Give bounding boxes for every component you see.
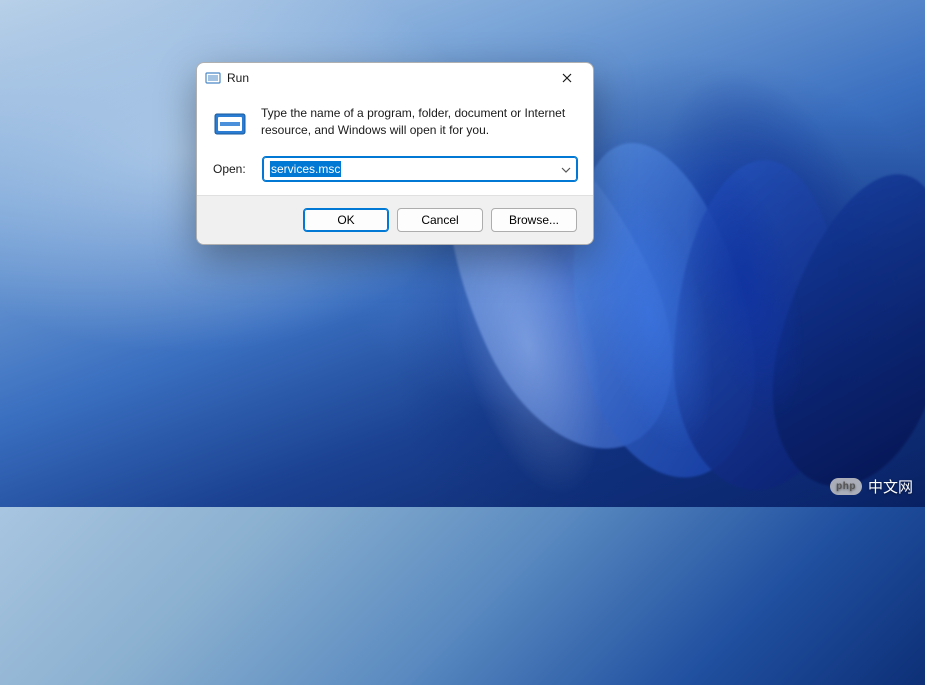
- dialog-description: Type the name of a program, folder, docu…: [261, 105, 577, 140]
- button-row: OK Cancel Browse...: [197, 195, 593, 244]
- wallpaper-petal: [746, 155, 925, 506]
- open-input[interactable]: [263, 157, 577, 181]
- ok-button[interactable]: OK: [303, 208, 389, 232]
- open-label: Open:: [213, 162, 253, 176]
- watermark-text: 中文网: [868, 476, 913, 497]
- cancel-button[interactable]: Cancel: [397, 208, 483, 232]
- open-combobox[interactable]: services.msc: [263, 157, 577, 181]
- titlebar[interactable]: Run: [197, 63, 593, 93]
- input-row: Open: services.msc: [197, 147, 593, 195]
- browse-button[interactable]: Browse...: [491, 208, 577, 232]
- watermark: php 中文网: [830, 476, 913, 497]
- dialog-content: Type the name of a program, folder, docu…: [197, 93, 593, 147]
- run-title-icon: [205, 70, 221, 86]
- dialog-title: Run: [227, 71, 547, 85]
- watermark-badge: php: [830, 478, 862, 495]
- close-icon: [562, 73, 572, 83]
- run-app-icon: [213, 107, 247, 141]
- run-dialog: Run Type the name of a program, folder, …: [196, 62, 594, 245]
- close-button[interactable]: [547, 64, 587, 92]
